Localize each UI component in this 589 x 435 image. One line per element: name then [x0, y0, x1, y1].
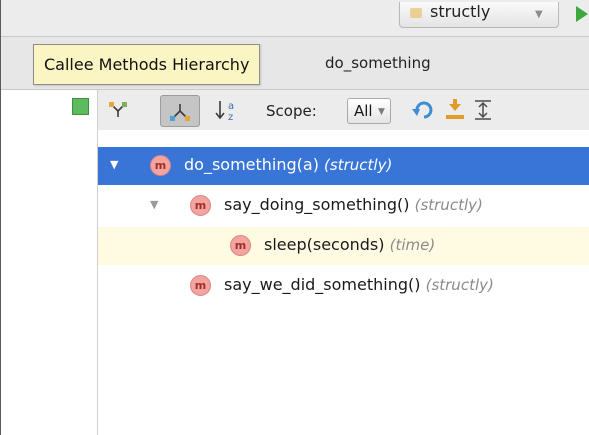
editor-gutter — [1, 90, 98, 435]
scope-dropdown[interactable]: All ▼ — [347, 98, 391, 124]
scope-label: Scope: — [266, 102, 317, 120]
node-name: say_doing_something() — [224, 195, 410, 214]
hierarchy-title: do_something — [325, 54, 431, 72]
chevron-down-icon: ▼ — [535, 9, 543, 20]
node-name: do_something(a) — [184, 155, 319, 174]
tooltip: Callee Methods Hierarchy — [33, 44, 261, 85]
chevron-down-icon: ▼ — [378, 107, 385, 117]
status-indicator-icon — [72, 98, 89, 115]
run-configuration-combo[interactable]: structly ▼ — [399, 2, 559, 28]
export-icon — [446, 99, 464, 119]
main-toolbar: structly ▼ — [1, 0, 589, 37]
python-file-icon — [410, 8, 422, 18]
node-name: say_we_did_something() — [224, 275, 421, 294]
method-icon: m — [190, 275, 211, 296]
export-button[interactable] — [440, 95, 470, 125]
sort-alphabetically-icon: a z — [215, 101, 234, 123]
run-configuration-label: structly — [430, 2, 491, 21]
tree-node-say-doing-something[interactable]: ▼ m say_doing_something() (structly) — [98, 187, 589, 225]
scope-value: All — [354, 102, 373, 120]
tree-node-say-we-did-something[interactable]: m say_we_did_something() (structly) — [98, 267, 589, 305]
refresh-button[interactable] — [408, 95, 438, 125]
expand-arrow-icon[interactable]: ▼ — [110, 158, 118, 171]
node-package: (time) — [389, 236, 436, 254]
run-icon[interactable] — [576, 6, 588, 22]
caller-hierarchy-icon — [109, 102, 127, 117]
callee-hierarchy-icon — [170, 104, 190, 121]
tree-node-do-something[interactable]: ▼ m do_something(a) (structly) — [98, 147, 589, 185]
node-package: (structly) — [414, 196, 483, 214]
node-package: (structly) — [425, 276, 494, 294]
expand-all-button[interactable] — [468, 95, 498, 125]
refresh-icon — [412, 101, 433, 119]
method-icon: m — [150, 155, 171, 176]
caller-hierarchy-button[interactable] — [103, 95, 133, 125]
callee-hierarchy-button[interactable] — [160, 95, 200, 127]
tree-node-sleep[interactable]: m sleep(seconds) (time) — [98, 227, 589, 265]
expand-all-icon — [475, 100, 491, 120]
node-package: (structly) — [324, 156, 393, 174]
method-icon: m — [230, 235, 251, 256]
svg-text:a: a — [228, 101, 234, 112]
sort-alphabetically-button[interactable]: a z — [212, 95, 242, 125]
node-name: sleep(seconds) — [264, 235, 385, 254]
expand-arrow-icon[interactable]: ▼ — [150, 198, 158, 211]
method-icon: m — [190, 195, 211, 216]
svg-text:z: z — [228, 112, 233, 123]
